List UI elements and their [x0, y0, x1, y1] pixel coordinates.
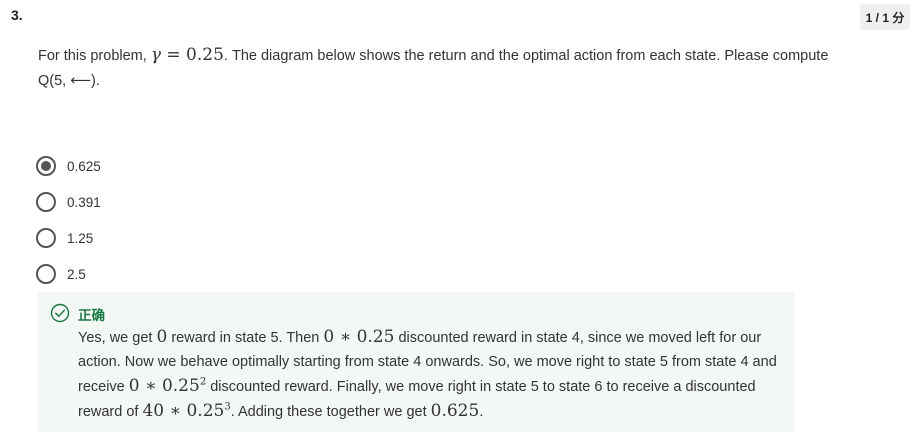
option-0391[interactable]: 0.391 [36, 184, 101, 220]
gamma-formula: γ = 0.25 [151, 45, 224, 65]
radio-button[interactable] [36, 264, 56, 284]
fb-math: 40 ∗ 0.253 [142, 401, 230, 421]
option-125[interactable]: 1.25 [36, 220, 101, 256]
fb-math: 0 ∗ 0.252 [129, 376, 206, 396]
fb-math: 0.625 [430, 401, 480, 421]
question-prompt: For this problem, γ = 0.25. The diagram … [38, 43, 838, 94]
feedback-title: 正确 [78, 308, 105, 323]
prompt-text-1: For this problem, [38, 48, 151, 64]
option-label: 2.5 [67, 266, 86, 282]
fb-seg: . [479, 404, 484, 420]
option-label: 0.391 [67, 194, 101, 210]
option-label: 0.625 [67, 158, 101, 174]
fb-math: 0 ∗ 0.25 [323, 327, 395, 347]
gamma-value: = 0.25 [161, 45, 224, 65]
radio-button[interactable] [36, 228, 56, 248]
check-circle-icon [50, 303, 70, 323]
fb-math-base: 0 ∗ 0.25 [128, 376, 200, 396]
fb-seg: Yes, we get [78, 330, 157, 346]
feedback-explanation: Yes, we get 0 reward in state 5. Then 0 … [78, 325, 778, 424]
fb-seg: . Adding these together we get [230, 404, 431, 420]
score-badge: 1 / 1 分 [860, 4, 910, 30]
option-25[interactable]: 2.5 [36, 256, 101, 292]
question-number: 3. [11, 7, 23, 23]
fb-math-base: 40 ∗ 0.25 [142, 401, 225, 421]
option-0625[interactable]: 0.625 [36, 148, 101, 184]
fb-math: 0 [156, 327, 168, 347]
fb-seg: reward in state 5. Then [167, 330, 324, 346]
gamma-symbol: γ [150, 45, 161, 65]
answer-options: 0.625 0.391 1.25 2.5 [36, 148, 101, 292]
feedback-panel: 正确 Yes, we get 0 reward in state 5. Then… [38, 292, 794, 432]
radio-button[interactable] [36, 192, 56, 212]
option-label: 1.25 [67, 230, 94, 246]
radio-button-selected[interactable] [36, 156, 56, 176]
